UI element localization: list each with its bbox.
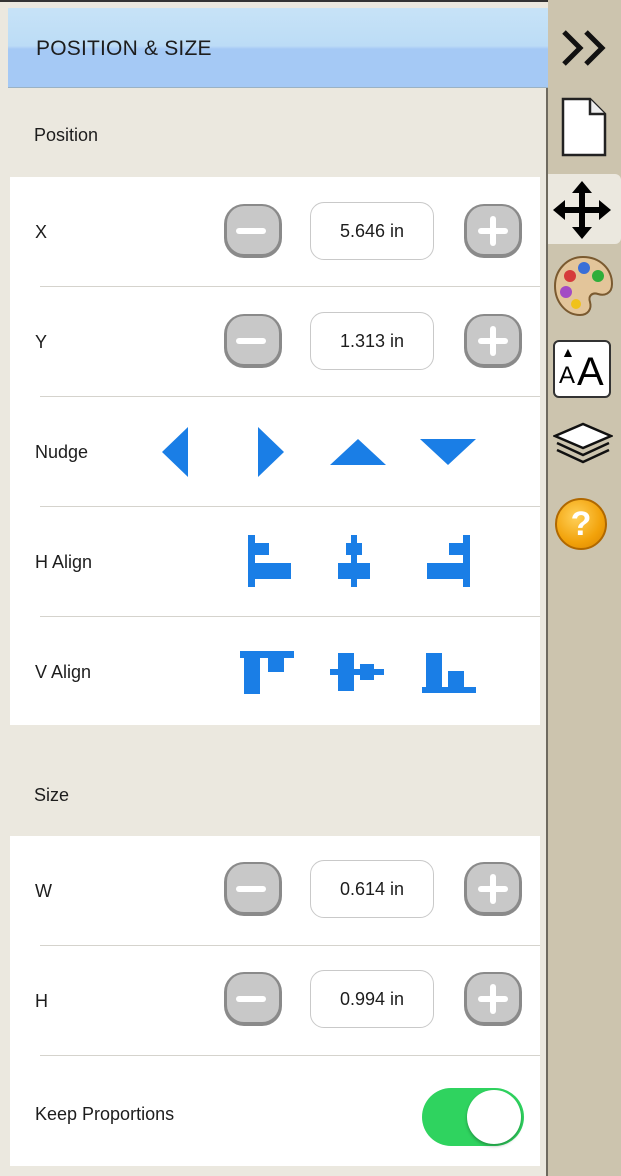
h-increment-button[interactable] (462, 970, 524, 1028)
h-decrement-button[interactable] (222, 970, 284, 1028)
properties-panel: POSITION & SIZE Position X 5.646 in Y 1.… (0, 0, 548, 1176)
arrow-up-icon (330, 439, 386, 465)
align-right-icon (427, 535, 470, 587)
align-middle-icon (330, 653, 384, 691)
keep-proportions-row: Keep Proportions (10, 1056, 540, 1166)
arrow-left-icon (162, 427, 188, 477)
size-group: W 0.614 in H 0.994 in Keep Proportions (10, 836, 540, 1166)
y-label: Y (35, 332, 48, 352)
document-icon (561, 97, 607, 157)
w-increment-button[interactable] (462, 860, 524, 918)
y-decrement-button[interactable] (222, 312, 284, 370)
align-bottom-icon (422, 653, 476, 693)
arrow-down-icon (420, 439, 476, 465)
palette-tab[interactable] (552, 254, 614, 318)
layers-tab[interactable] (553, 418, 613, 470)
x-increment-button[interactable] (462, 202, 524, 260)
w-decrement-button[interactable] (222, 860, 284, 918)
position-group: X 5.646 in Y 1.313 in Nudge H Align V Al… (10, 177, 540, 725)
h-align-row: H Align (10, 507, 540, 617)
panel-title: POSITION & SIZE (36, 37, 212, 60)
x-decrement-button[interactable] (222, 202, 284, 260)
x-value-field[interactable]: 5.646 in (310, 202, 434, 260)
align-top-icon (240, 651, 294, 694)
toggle-knob (467, 1090, 521, 1144)
move-arrows-icon (553, 181, 611, 239)
w-label: W (35, 881, 52, 901)
minus-icon (224, 862, 282, 916)
x-label: X (35, 222, 48, 242)
plus-icon (464, 204, 522, 258)
w-row: W 0.614 in (10, 836, 540, 946)
position-section-label: Position (34, 125, 99, 145)
y-row: Y 1.313 in (10, 287, 540, 397)
palette-icon (553, 255, 614, 317)
align-left-icon (248, 535, 291, 587)
align-right-button[interactable] (424, 535, 472, 587)
h-label: H (35, 991, 48, 1011)
align-bottom-button[interactable] (420, 649, 476, 695)
plus-icon (464, 862, 522, 916)
align-top-button[interactable] (240, 649, 296, 695)
h-align-label: H Align (35, 552, 93, 572)
w-value-field[interactable]: 0.614 in (310, 860, 434, 918)
collapse-chevrons-button[interactable] (560, 28, 610, 68)
y-value-field[interactable]: 1.313 in (310, 312, 434, 370)
h-row: H 0.994 in (10, 946, 540, 1056)
x-row: X 5.646 in (10, 177, 540, 287)
align-center-horizontal-icon (338, 535, 370, 587)
nudge-left-button[interactable] (160, 425, 190, 479)
document-tab[interactable] (560, 96, 608, 158)
v-align-row: V Align (10, 617, 540, 727)
align-middle-button[interactable] (330, 649, 386, 695)
y-increment-button[interactable] (462, 312, 524, 370)
arrow-right-icon (258, 427, 284, 477)
font-size-tab[interactable]: ▲ A A (553, 340, 611, 398)
move-tab[interactable] (552, 180, 612, 240)
nudge-down-button[interactable] (418, 437, 478, 467)
help-tab[interactable]: ? (555, 498, 607, 550)
layers-icon (553, 422, 613, 464)
collapse-chevrons-icon (562, 30, 606, 66)
help-icon: ? (555, 498, 607, 550)
nudge-right-button[interactable] (256, 425, 286, 479)
minus-icon (224, 204, 282, 258)
minus-icon (224, 314, 282, 368)
size-section-label: Size (34, 785, 70, 805)
align-left-button[interactable] (246, 535, 294, 587)
keep-proportions-toggle[interactable] (422, 1088, 524, 1146)
nudge-row: Nudge (10, 397, 540, 507)
keep-proportions-label: Keep Proportions (35, 1104, 175, 1124)
plus-icon (464, 972, 522, 1026)
minus-icon (224, 972, 282, 1026)
font-size-icon: ▲ A A (553, 340, 611, 398)
plus-icon (464, 314, 522, 368)
h-value-field[interactable]: 0.994 in (310, 970, 434, 1028)
top-border (0, 0, 548, 8)
nudge-up-button[interactable] (328, 437, 388, 467)
v-align-label: V Align (35, 662, 92, 682)
nudge-label: Nudge (35, 442, 89, 462)
align-center-horizontal-button[interactable] (336, 535, 372, 587)
panel-header: POSITION & SIZE (8, 8, 548, 88)
